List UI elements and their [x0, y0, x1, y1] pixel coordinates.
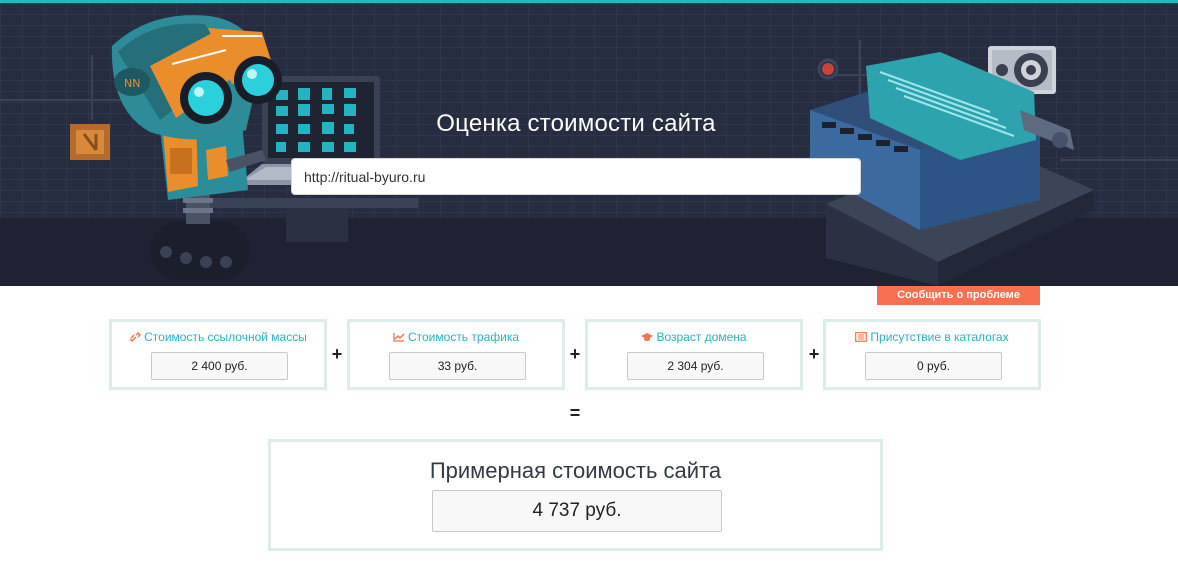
metric-value: 2 304 руб.: [627, 352, 764, 380]
metric-label: Стоимость трафика: [350, 330, 562, 344]
metric-card-traffic: Стоимость трафика 33 руб.: [347, 319, 565, 390]
hero-illustration: NN: [0, 15, 1178, 286]
plus-sign: +: [808, 344, 820, 364]
catalog-icon: [855, 332, 868, 342]
result-panel: Примерная стоимость сайта 4 737 руб.: [268, 439, 883, 551]
plus-sign: +: [569, 344, 581, 364]
link-icon: [129, 332, 142, 342]
plus-sign: +: [331, 344, 343, 364]
robot-illustration: NN: [111, 15, 282, 280]
result-title: Примерная стоимость сайта: [429, 458, 722, 483]
metric-value: 0 руб.: [865, 352, 1002, 380]
report-problem-button[interactable]: Сообщить о проблеме: [877, 286, 1040, 305]
metric-card-link-mass: Стоимость ссылочной массы 2 400 руб.: [109, 319, 327, 390]
equals-sign: =: [569, 403, 581, 423]
chart-icon: [393, 333, 405, 342]
site-value-estimator-page: NN Оценка стоимости сайта http://ritual-…: [0, 0, 1178, 574]
page-title: Оценка стоимости сайта: [436, 110, 716, 137]
metric-value: 2 400 руб.: [151, 352, 288, 380]
hero-banner: NN Оценка стоимости сайта http://ritual-…: [0, 0, 1178, 286]
metric-label: Присутствие в каталогах: [826, 330, 1038, 344]
result-value: 4 737 руб.: [432, 490, 722, 532]
url-input[interactable]: [291, 158, 861, 195]
metric-value: 33 руб.: [389, 352, 526, 380]
metric-label: Стоимость ссылочной массы: [112, 330, 324, 344]
metric-card-catalogs: Присутствие в каталогах 0 руб.: [823, 319, 1041, 390]
metric-card-domain-age: Возраст домена 2 304 руб.: [585, 319, 803, 390]
red-lamp-icon: [817, 58, 839, 80]
svg-text:NN: NN: [124, 77, 140, 90]
graduation-cap-icon: [641, 333, 654, 341]
metric-label: Возраст домена: [588, 330, 800, 344]
